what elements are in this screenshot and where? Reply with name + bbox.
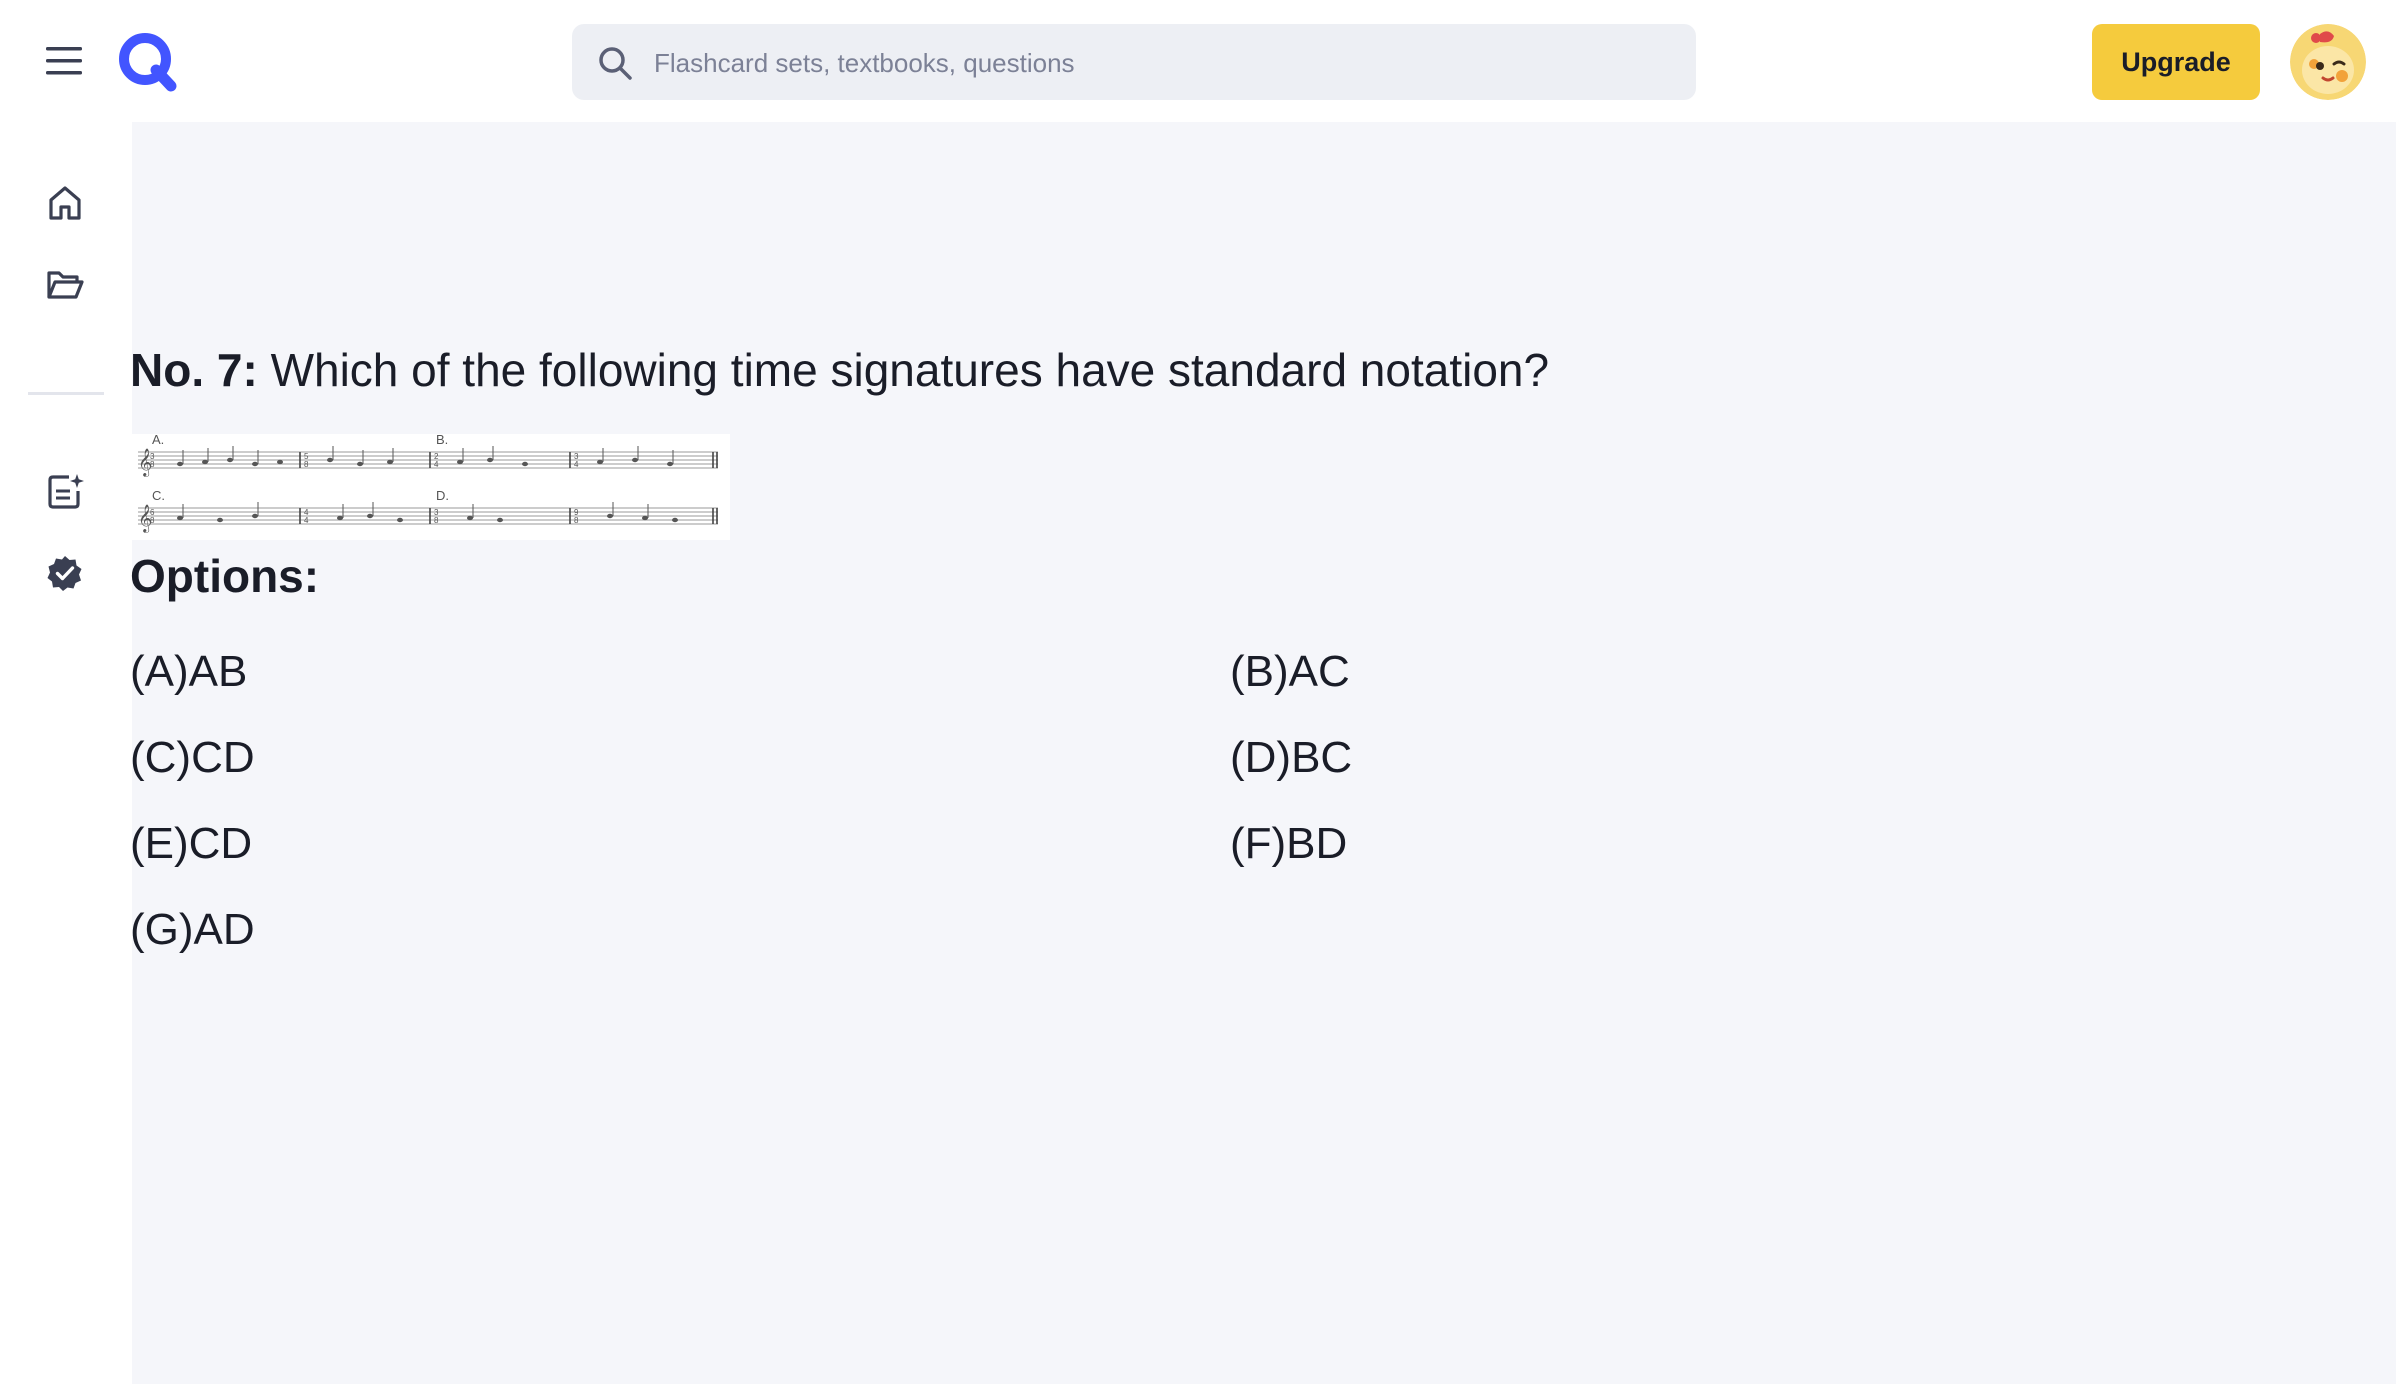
option-f[interactable]: (F)BD — [1230, 816, 1347, 872]
top-bar: Upgrade — [0, 0, 2400, 122]
music-score-image: 𝄞 𝄞 38 68 58 24 34 44 38 98 A. B. C. D. — [130, 432, 730, 540]
svg-text:8: 8 — [434, 516, 439, 525]
svg-text:8: 8 — [150, 516, 155, 525]
option-g[interactable]: (G)AD — [130, 902, 255, 958]
svg-text:4: 4 — [434, 460, 439, 469]
score-label-b: B. — [436, 432, 449, 447]
score-label-a: A. — [152, 432, 165, 447]
option-d[interactable]: (D)BC — [1230, 730, 1352, 786]
search-icon — [596, 44, 634, 82]
folder-open-icon — [45, 265, 85, 310]
sidebar-item-verified[interactable] — [40, 550, 90, 600]
question-text: Which of the following time signatures h… — [270, 344, 1550, 396]
option-c[interactable]: (C)CD — [130, 730, 255, 786]
search-bar[interactable] — [572, 24, 1696, 102]
svg-text:8: 8 — [574, 516, 579, 525]
score-label-c: C. — [152, 488, 165, 503]
menu-icon[interactable] — [44, 44, 84, 78]
svg-text:8: 8 — [304, 460, 309, 469]
notes-sparkle-icon — [45, 471, 85, 516]
sidebar — [0, 122, 132, 1384]
option-a[interactable]: (A)AB — [130, 644, 247, 700]
app: Upgrade — [0, 0, 2400, 1384]
avatar[interactable] — [2290, 24, 2366, 100]
verified-badge-icon — [45, 553, 85, 598]
svg-text:4: 4 — [304, 516, 309, 525]
option-e[interactable]: (E)CD — [130, 816, 252, 872]
question-title: No. 7: Which of the following time signa… — [130, 340, 2330, 400]
logo-icon[interactable] — [116, 30, 178, 92]
sidebar-item-home[interactable] — [40, 180, 90, 230]
option-b[interactable]: (B)AC — [1230, 644, 1350, 700]
right-edge — [2396, 0, 2400, 1384]
upgrade-button[interactable]: Upgrade — [2092, 24, 2260, 100]
score-label-d: D. — [436, 488, 449, 503]
question-number: No. 7: — [130, 344, 258, 396]
sidebar-item-notes[interactable] — [40, 468, 90, 518]
search-input[interactable] — [652, 24, 1676, 102]
sidebar-divider — [28, 392, 104, 395]
sidebar-item-folders[interactable] — [40, 262, 90, 312]
svg-text:4: 4 — [574, 460, 579, 469]
options-heading: Options: — [130, 550, 320, 602]
svg-text:8: 8 — [150, 460, 155, 469]
home-icon — [45, 183, 85, 228]
